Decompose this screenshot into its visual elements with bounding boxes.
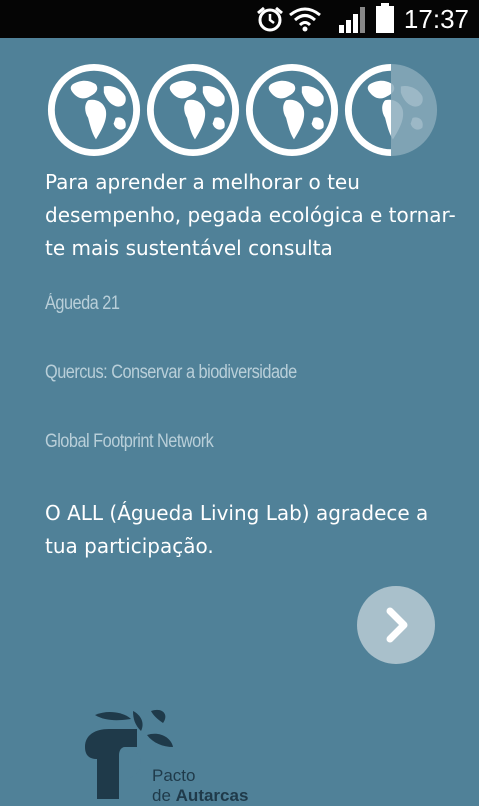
logo-text: Pacto de Autarcas	[152, 766, 248, 806]
globe-icon	[245, 63, 339, 157]
intro-text: Para aprender a melhorar o teu desempenh…	[45, 170, 456, 260]
globe-icon	[47, 63, 141, 157]
link-quercus[interactable]: Quercus: Conservar a biodiversidade	[45, 362, 297, 384]
next-button[interactable]	[357, 586, 435, 664]
chevron-right-icon	[386, 607, 408, 643]
alarm-icon	[257, 6, 283, 32]
globe-icon	[146, 63, 240, 157]
link-global-footprint-network[interactable]: Global Footprint Network	[45, 431, 214, 453]
logo-line-1: Pacto	[152, 766, 196, 785]
globe-icon-half	[344, 63, 438, 157]
wifi-icon	[289, 7, 321, 32]
signal-icon	[339, 7, 365, 33]
logo-line-2: de Autarcas	[152, 786, 249, 805]
globe-rating	[45, 61, 445, 161]
battery-icon	[376, 3, 394, 33]
status-bar: 17:37	[0, 0, 479, 38]
clock: 17:37	[403, 4, 469, 34]
link-agueda-21[interactable]: Águeda 21	[45, 293, 120, 315]
thanks-text: O ALL (Águeda Living Lab) agradece a tua…	[45, 501, 429, 558]
